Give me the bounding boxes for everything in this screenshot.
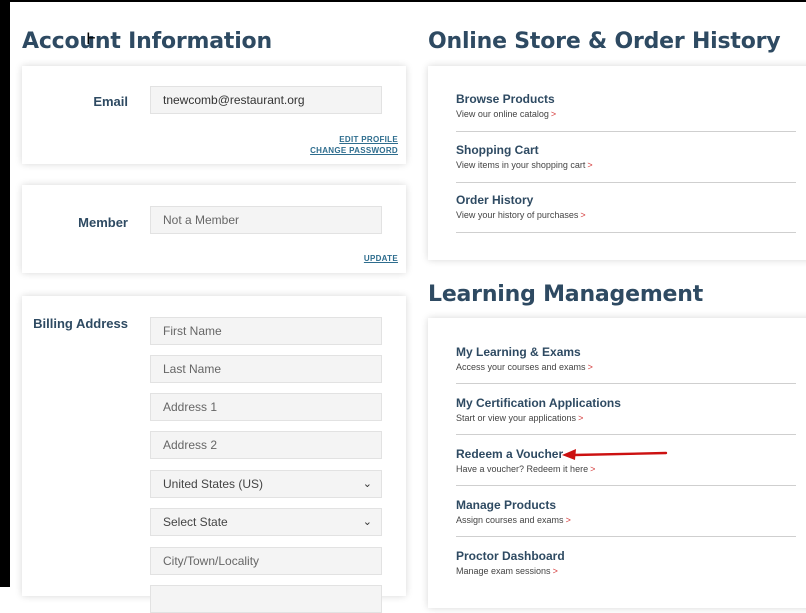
divider <box>456 536 796 537</box>
next-billing-field[interactable] <box>150 585 382 613</box>
browse-products-title: Browse Products <box>456 92 555 106</box>
proctor-dashboard-title: Proctor Dashboard <box>456 549 565 563</box>
update-link[interactable]: UPDATE <box>364 254 398 263</box>
billing-label: Billing Address <box>33 316 128 331</box>
my-learning-item[interactable]: My Learning & Exams Access your courses … <box>456 345 796 372</box>
chevron-right-icon: > <box>552 566 558 576</box>
chevron-right-icon: > <box>565 515 571 525</box>
learning-heading: Learning Management <box>428 282 704 307</box>
order-history-desc: View your history of purchases > <box>456 210 586 220</box>
shopping-cart-desc: View items in your shopping cart > <box>456 160 593 170</box>
divider <box>456 383 796 384</box>
chevron-down-icon: ⌄ <box>362 477 372 490</box>
divider <box>456 232 796 233</box>
window-border-top <box>0 0 806 2</box>
annotation-arrow-icon <box>562 449 668 460</box>
manage-products-item[interactable]: Manage Products Assign courses and exams… <box>456 498 796 525</box>
text-cursor-icon: Ⱶ <box>86 29 97 48</box>
browse-products-desc: View our online catalog > <box>456 109 557 119</box>
country-select[interactable]: United States (US) ⌄ <box>150 470 382 498</box>
member-field[interactable]: Not a Member <box>150 206 382 234</box>
chevron-right-icon: > <box>587 362 593 372</box>
state-select[interactable]: Select State ⌄ <box>150 508 382 536</box>
address2-field[interactable]: Address 2 <box>150 431 382 459</box>
chevron-down-icon: ⌄ <box>362 515 372 528</box>
account-heading: Account Information <box>22 29 272 54</box>
member-label: Member <box>78 215 128 230</box>
email-label: Email <box>93 94 128 109</box>
chevron-right-icon: > <box>578 413 584 423</box>
city-field[interactable]: City/Town/Locality <box>150 547 382 575</box>
my-learning-desc: Access your courses and exams > <box>456 362 593 372</box>
store-heading: Online Store & Order History <box>428 29 781 54</box>
manage-products-title: Manage Products <box>456 498 557 512</box>
chevron-right-icon: > <box>587 160 593 170</box>
my-learning-title: My Learning & Exams <box>456 345 581 359</box>
billing-card: Billing Address First Name Last Name Add… <box>22 296 406 613</box>
last-name-field[interactable]: Last Name <box>150 355 382 383</box>
email-field[interactable]: tnewcomb@restaurant.org <box>150 86 382 114</box>
certification-apps-item[interactable]: My Certification Applications Start or v… <box>456 396 796 423</box>
state-value: Select State <box>163 515 228 529</box>
chevron-right-icon: > <box>550 109 557 119</box>
proctor-dashboard-item[interactable]: Proctor Dashboard Manage exam sessions > <box>456 549 796 576</box>
address1-field[interactable]: Address 1 <box>150 393 382 421</box>
first-name-field[interactable]: First Name <box>150 317 382 345</box>
divider <box>456 131 796 132</box>
redeem-voucher-desc: Have a voucher? Redeem it here > <box>456 464 596 474</box>
proctor-dashboard-desc: Manage exam sessions > <box>456 566 558 576</box>
change-password-link[interactable]: CHANGE PASSWORD <box>310 146 398 155</box>
chevron-right-icon: > <box>580 210 586 220</box>
store-card: Browse Products View our online catalog >… <box>428 66 806 260</box>
email-card: Email tnewcomb@restaurant.org EDIT PROFI… <box>22 66 406 164</box>
browse-products-item[interactable]: Browse Products View our online catalog > <box>456 92 796 119</box>
divider <box>456 434 796 435</box>
member-card: Member Not a Member UPDATE <box>22 185 406 273</box>
divider <box>456 485 796 486</box>
edit-profile-link[interactable]: EDIT PROFILE <box>339 135 398 144</box>
chevron-right-icon: > <box>590 464 596 474</box>
learning-card: My Learning & Exams Access your courses … <box>428 318 806 608</box>
manage-products-desc: Assign courses and exams > <box>456 515 571 525</box>
certification-apps-desc: Start or view your applications > <box>456 413 584 423</box>
order-history-item[interactable]: Order History View your history of purch… <box>456 193 796 220</box>
divider <box>456 182 796 183</box>
shopping-cart-title: Shopping Cart <box>456 143 539 157</box>
country-value: United States (US) <box>163 477 264 491</box>
window-border-left <box>0 0 10 587</box>
certification-apps-title: My Certification Applications <box>456 396 621 410</box>
order-history-title: Order History <box>456 193 534 207</box>
shopping-cart-item[interactable]: Shopping Cart View items in your shoppin… <box>456 143 796 170</box>
